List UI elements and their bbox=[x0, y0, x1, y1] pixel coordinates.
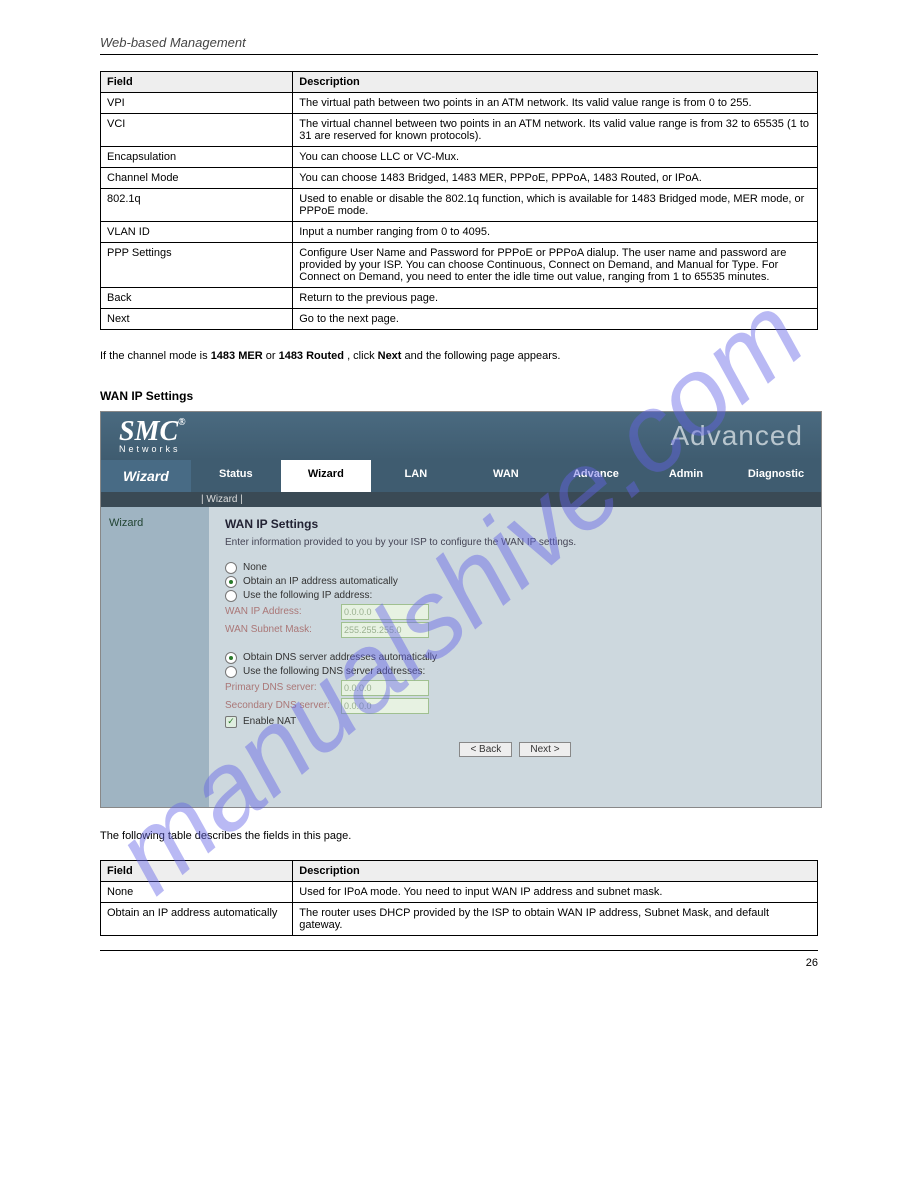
input-primary-dns[interactable]: 0.0.0.0 bbox=[341, 680, 429, 696]
cell-desc: Input a number ranging from 0 to 4095. bbox=[293, 222, 818, 243]
next-button[interactable]: Next > bbox=[519, 742, 570, 757]
router-tabs: Wizard Status Wizard LAN WAN Advance Adm… bbox=[101, 460, 821, 492]
cell-field: VLAN ID bbox=[101, 222, 293, 243]
cell-desc: The virtual channel between two points i… bbox=[293, 114, 818, 147]
cell-field: Obtain an IP address automatically bbox=[101, 902, 293, 935]
radio-use-dns[interactable] bbox=[225, 666, 237, 678]
tab-wan[interactable]: WAN bbox=[461, 460, 551, 492]
lbl-primary-dns: Primary DNS server: bbox=[225, 682, 335, 693]
cell-field: Back bbox=[101, 288, 293, 309]
tab-status[interactable]: Status bbox=[191, 460, 281, 492]
router-screenshot: SMC® Networks Advanced Wizard Status Wiz… bbox=[100, 411, 822, 808]
cell-desc: You can choose LLC or VC-Mux. bbox=[293, 147, 818, 168]
router-topbar: SMC® Networks Advanced bbox=[101, 412, 821, 460]
table-row: VLAN IDInput a number ranging from 0 to … bbox=[101, 222, 818, 243]
page-number: 26 bbox=[100, 957, 818, 969]
cell-field: 802.1q bbox=[101, 189, 293, 222]
th-desc: Description bbox=[293, 860, 818, 881]
subtab-bar: | Wizard | bbox=[101, 492, 821, 507]
tab-advance[interactable]: Advance bbox=[551, 460, 641, 492]
smc-logo-block: SMC® Networks bbox=[119, 418, 186, 454]
tab-wizard[interactable]: Wizard bbox=[281, 460, 371, 492]
chk-nat-label: Enable NAT bbox=[243, 716, 296, 727]
cell-desc: The virtual path between two points in a… bbox=[293, 93, 818, 114]
tab-admin[interactable]: Admin bbox=[641, 460, 731, 492]
logo-reg: ® bbox=[178, 417, 185, 428]
cell-field: Encapsulation bbox=[101, 147, 293, 168]
lbl-wan-ip: WAN IP Address: bbox=[225, 606, 335, 617]
cell-desc: Used for IPoA mode. You need to input WA… bbox=[293, 881, 818, 902]
input-wan-mask[interactable]: 255.255.255.0 bbox=[341, 622, 429, 638]
cell-field: Channel Mode bbox=[101, 168, 293, 189]
logo-main: SMC bbox=[119, 416, 178, 447]
text: and the following page appears. bbox=[405, 350, 561, 362]
back-button[interactable]: < Back bbox=[459, 742, 512, 757]
desc-after-shot: The following table describes the fields… bbox=[100, 830, 818, 842]
lbl-wan-mask: WAN Subnet Mask: bbox=[225, 624, 335, 635]
text-bold: 1483 Routed bbox=[279, 350, 344, 362]
radio-none[interactable] bbox=[225, 562, 237, 574]
th-desc: Description bbox=[293, 72, 818, 93]
cell-field: VPI bbox=[101, 93, 293, 114]
table-row: NextGo to the next page. bbox=[101, 309, 818, 330]
tab-lan[interactable]: LAN bbox=[371, 460, 461, 492]
after-table-para: If the channel mode is 1483 MER or 1483 … bbox=[100, 348, 818, 365]
opt-obtain-dns-label: Obtain DNS server addresses automaticall… bbox=[243, 652, 437, 663]
input-secondary-dns[interactable]: 0.0.0.0 bbox=[341, 698, 429, 714]
th-field: Field bbox=[101, 860, 293, 881]
input-wan-ip[interactable]: 0.0.0.0 bbox=[341, 604, 429, 620]
router-sidebar: Wizard bbox=[101, 507, 209, 807]
cell-desc: The router uses DHCP provided by the ISP… bbox=[293, 902, 818, 935]
fields-table-2: Field Description NoneUsed for IPoA mode… bbox=[100, 860, 818, 936]
opt-none-label: None bbox=[243, 562, 267, 573]
cell-desc: Return to the previous page. bbox=[293, 288, 818, 309]
bottom-rule bbox=[100, 950, 818, 951]
router-main: WAN IP Settings Enter information provid… bbox=[209, 507, 821, 807]
section-title: Web-based Management bbox=[100, 35, 818, 50]
cell-desc: Used to enable or disable the 802.1q fun… bbox=[293, 189, 818, 222]
radio-use-ip[interactable] bbox=[225, 590, 237, 602]
cell-desc: Configure User Name and Password for PPP… bbox=[293, 243, 818, 288]
text: , click bbox=[347, 350, 378, 362]
cell-desc: You can choose 1483 Bridged, 1483 MER, P… bbox=[293, 168, 818, 189]
opt-obtain-ip-label: Obtain an IP address automatically bbox=[243, 576, 398, 587]
text: If the channel mode is bbox=[100, 350, 211, 362]
table-row: 802.1qUsed to enable or disable the 802.… bbox=[101, 189, 818, 222]
logo-sub: Networks bbox=[119, 444, 186, 454]
table-row: PPP SettingsConfigure User Name and Pass… bbox=[101, 243, 818, 288]
text-bold: Next bbox=[378, 350, 402, 362]
th-field: Field bbox=[101, 72, 293, 93]
text-bold: 1483 MER bbox=[211, 350, 263, 362]
wizard-heading: Wizard bbox=[101, 460, 191, 492]
text: or bbox=[266, 350, 279, 362]
cell-field: VCI bbox=[101, 114, 293, 147]
radio-obtain-ip[interactable] bbox=[225, 576, 237, 588]
table-row: NoneUsed for IPoA mode. You need to inpu… bbox=[101, 881, 818, 902]
top-rule bbox=[100, 54, 818, 55]
table-row: BackReturn to the previous page. bbox=[101, 288, 818, 309]
lbl-secondary-dns: Secondary DNS server: bbox=[225, 700, 335, 711]
table-row: Channel ModeYou can choose 1483 Bridged,… bbox=[101, 168, 818, 189]
advanced-label: Advanced bbox=[670, 420, 803, 452]
wan-title: WAN IP Settings bbox=[225, 517, 805, 531]
checkbox-enable-nat[interactable] bbox=[225, 716, 237, 728]
wan-subtitle: Enter information provided to you by you… bbox=[225, 537, 805, 548]
sidebar-item-wizard[interactable]: Wizard bbox=[109, 517, 201, 529]
cell-field: None bbox=[101, 881, 293, 902]
radio-obtain-dns[interactable] bbox=[225, 652, 237, 664]
cell-field: Next bbox=[101, 309, 293, 330]
tab-diagnostic[interactable]: Diagnostic bbox=[731, 460, 821, 492]
opt-use-dns-label: Use the following DNS server addresses: bbox=[243, 666, 425, 677]
table-row: EncapsulationYou can choose LLC or VC-Mu… bbox=[101, 147, 818, 168]
opt-use-ip-label: Use the following IP address: bbox=[243, 590, 372, 601]
table-row: VPIThe virtual path between two points i… bbox=[101, 93, 818, 114]
fields-table-1: Field Description VPIThe virtual path be… bbox=[100, 71, 818, 330]
table-row: VCIThe virtual channel between two point… bbox=[101, 114, 818, 147]
subhead-wan-ip: WAN IP Settings bbox=[100, 389, 818, 403]
table-row: Obtain an IP address automaticallyThe ro… bbox=[101, 902, 818, 935]
cell-field: PPP Settings bbox=[101, 243, 293, 288]
cell-desc: Go to the next page. bbox=[293, 309, 818, 330]
